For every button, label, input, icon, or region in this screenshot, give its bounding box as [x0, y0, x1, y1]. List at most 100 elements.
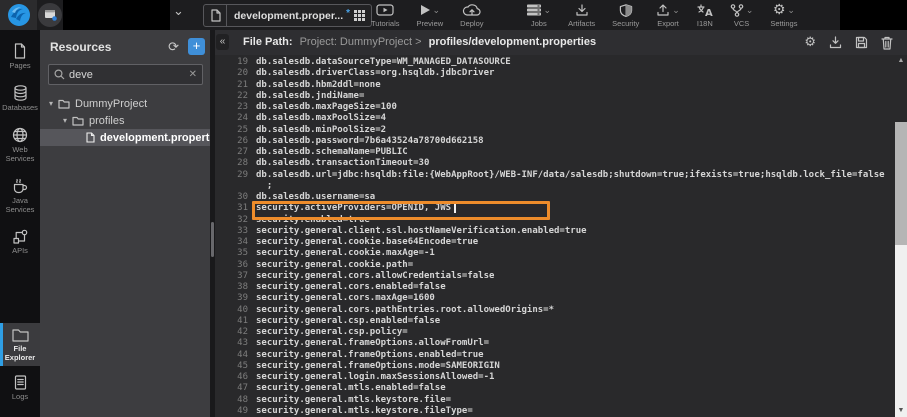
- code-line[interactable]: 36security.general.cookie.path=: [215, 260, 895, 271]
- code-line[interactable]: 34security.general.cookie.base64Encode=t…: [215, 237, 895, 248]
- toolbar-i18n[interactable]: A I18N: [697, 3, 713, 28]
- code-line[interactable]: 29db.salesdb.url=jdbc:hsqldb:file:{WebAp…: [215, 170, 895, 181]
- code-line[interactable]: 21db.salesdb.hbm2ddl=none: [215, 80, 895, 91]
- sidebar-item-file-explorer[interactable]: File Explorer: [0, 323, 40, 366]
- line-number: 28: [215, 158, 248, 169]
- code-editor[interactable]: 19db.salesdb.dataSourceType=WM_MANAGED_D…: [215, 55, 895, 417]
- code-line[interactable]: 30db.salesdb.username=sa: [215, 192, 895, 203]
- line-number: 21: [215, 80, 248, 91]
- app-logo[interactable]: [0, 0, 37, 30]
- line-number: 44: [215, 350, 248, 361]
- code-line[interactable]: ;: [215, 181, 895, 192]
- scrollbar-thumb[interactable]: [895, 122, 907, 245]
- line-number: 33: [215, 226, 248, 237]
- expand-icon[interactable]: ▾: [60, 116, 70, 125]
- tree-item-folder[interactable]: ▾ DummyProject: [40, 95, 215, 112]
- expand-icon[interactable]: ▾: [46, 99, 56, 108]
- document-icon: [14, 375, 27, 390]
- top-bar: ⌄ development.proper... * Tutorials ⌄: [0, 0, 907, 30]
- left-sidebar: Pages Databases Web Services Java Servic…: [0, 30, 40, 417]
- toolbar-preview[interactable]: ⌄ Preview: [416, 3, 443, 28]
- line-number: 32: [215, 215, 248, 226]
- save-file-icon[interactable]: [855, 36, 868, 49]
- api-connector-icon: [13, 229, 28, 244]
- sidebar-item-web-services[interactable]: Web Services: [0, 122, 40, 167]
- sidebar-item-logs[interactable]: Logs: [0, 370, 40, 405]
- deploy-cloud-icon: [462, 3, 482, 17]
- database-icon: [13, 85, 28, 101]
- tree-item-label: profiles: [89, 115, 124, 127]
- main-toolbar: Tutorials ⌄ Preview Deploy: [371, 3, 797, 28]
- code-line[interactable]: 49security.general.mtls.keystore.fileTyp…: [215, 406, 895, 417]
- file-tab[interactable]: development.proper... *: [203, 4, 372, 27]
- code-line[interactable]: 47security.general.mtls.enabled=false: [215, 383, 895, 394]
- code-line[interactable]: 23db.salesdb.maxPageSize=100: [215, 102, 895, 113]
- line-text: security.general.login.maxSessionsAllowe…: [256, 372, 494, 382]
- search-input[interactable]: [65, 69, 189, 81]
- line-number: 43: [215, 338, 248, 349]
- code-line[interactable]: 26db.salesdb.password=7b6a43524a78700d66…: [215, 136, 895, 147]
- panel-scrollbar-thumb[interactable]: [211, 222, 214, 257]
- project-avatar[interactable]: [38, 3, 62, 27]
- clear-search-icon[interactable]: ✕: [189, 69, 197, 80]
- wavemaker-logo-icon: [7, 3, 31, 27]
- toolbar-tutorials[interactable]: Tutorials: [371, 3, 399, 28]
- code-line[interactable]: 24db.salesdb.maxPoolSize=4: [215, 113, 895, 124]
- line-text: security.general.mtls.enabled=false: [256, 383, 446, 393]
- page-icon: [13, 43, 27, 59]
- refresh-icon[interactable]: ⟳: [168, 39, 179, 55]
- code-line[interactable]: 44security.general.frameOptions.enabled=…: [215, 350, 895, 361]
- toolbar-export[interactable]: ⌄ Export: [656, 3, 680, 28]
- code-line[interactable]: 45security.general.frameOptions.mode=SAM…: [215, 361, 895, 372]
- file-icon: [86, 132, 95, 143]
- tree-item-folder[interactable]: ▾ profiles: [40, 112, 215, 129]
- grid-view-icon[interactable]: [354, 10, 365, 21]
- code-line[interactable]: 46security.general.login.maxSessionsAllo…: [215, 372, 895, 383]
- code-line[interactable]: 40security.general.cors.pathEntries.root…: [215, 305, 895, 316]
- add-resource-button[interactable]: +: [188, 38, 205, 55]
- toolbar-security[interactable]: Security: [612, 3, 639, 28]
- scroll-down-icon[interactable]: ▼: [895, 405, 907, 417]
- scroll-up-icon[interactable]: ▲: [895, 55, 907, 67]
- toolbar-label: I18N: [697, 19, 713, 28]
- code-line[interactable]: 25db.salesdb.minPoolSize=2: [215, 125, 895, 136]
- code-line[interactable]: 48security.general.mtls.keystore.file=: [215, 395, 895, 406]
- download-file-icon[interactable]: [829, 36, 842, 49]
- chevron-down-icon[interactable]: ⌄: [173, 3, 184, 19]
- toolbar-artifacts[interactable]: Artifacts: [568, 3, 595, 28]
- code-line[interactable]: 35security.general.cookie.maxAge=-1: [215, 248, 895, 259]
- line-number: 34: [215, 237, 248, 248]
- toolbar-deploy[interactable]: Deploy: [460, 3, 483, 28]
- redacted-area: [840, 0, 907, 30]
- code-line[interactable]: 43security.general.frameOptions.allowFro…: [215, 338, 895, 349]
- code-line[interactable]: 39security.general.cors.maxAge=1600: [215, 293, 895, 304]
- vertical-scrollbar[interactable]: ▲ ▼: [895, 55, 907, 417]
- sidebar-item-databases[interactable]: Databases: [0, 80, 40, 116]
- code-line[interactable]: 28db.salesdb.transactionTimeout=30: [215, 158, 895, 169]
- code-line[interactable]: 20db.salesdb.driverClass=org.hsqldb.jdbc…: [215, 68, 895, 79]
- code-line[interactable]: 22db.salesdb.jndiName=: [215, 91, 895, 102]
- toolbar-vcs[interactable]: ⌄ VCS: [730, 3, 754, 28]
- code-line[interactable]: 42security.general.csp.policy=: [215, 327, 895, 338]
- code-line[interactable]: 33security.general.client.ssl.hostNameVe…: [215, 226, 895, 237]
- code-line[interactable]: 41security.general.csp.enabled=false: [215, 316, 895, 327]
- code-line[interactable]: 37security.general.cors.allowCredentials…: [215, 271, 895, 282]
- toolbar-settings[interactable]: ⚙ ⌄ Settings: [770, 3, 797, 28]
- toolbar-label: Deploy: [460, 19, 483, 28]
- editor-settings-icon[interactable]: ⚙: [804, 36, 816, 49]
- sidebar-item-apis[interactable]: APIs: [0, 224, 40, 259]
- delete-file-icon[interactable]: [881, 36, 893, 50]
- code-line[interactable]: 19db.salesdb.dataSourceType=WM_MANAGED_D…: [215, 57, 895, 68]
- code-line[interactable]: 38security.general.cors.enabled=false: [215, 282, 895, 293]
- code-line[interactable]: 32security.enabled=true: [215, 215, 895, 226]
- line-text: db.salesdb.maxPoolSize=4: [256, 113, 386, 123]
- sidebar-item-pages[interactable]: Pages: [0, 38, 40, 74]
- sidebar-item-java-services[interactable]: Java Services: [0, 173, 40, 218]
- code-line[interactable]: 31security.activeProviders=OPENID, JWS: [215, 203, 895, 214]
- collapse-panel-button[interactable]: «: [216, 34, 229, 50]
- scrollbar-track[interactable]: [895, 245, 907, 417]
- code-line[interactable]: 27db.salesdb.schemaName=PUBLIC: [215, 147, 895, 158]
- line-text: db.salesdb.password=7b6a43524a78700d6621…: [256, 136, 484, 146]
- toolbar-jobs[interactable]: ⌄ Jobs: [527, 3, 552, 28]
- sidebar-item-label: Databases: [2, 103, 38, 112]
